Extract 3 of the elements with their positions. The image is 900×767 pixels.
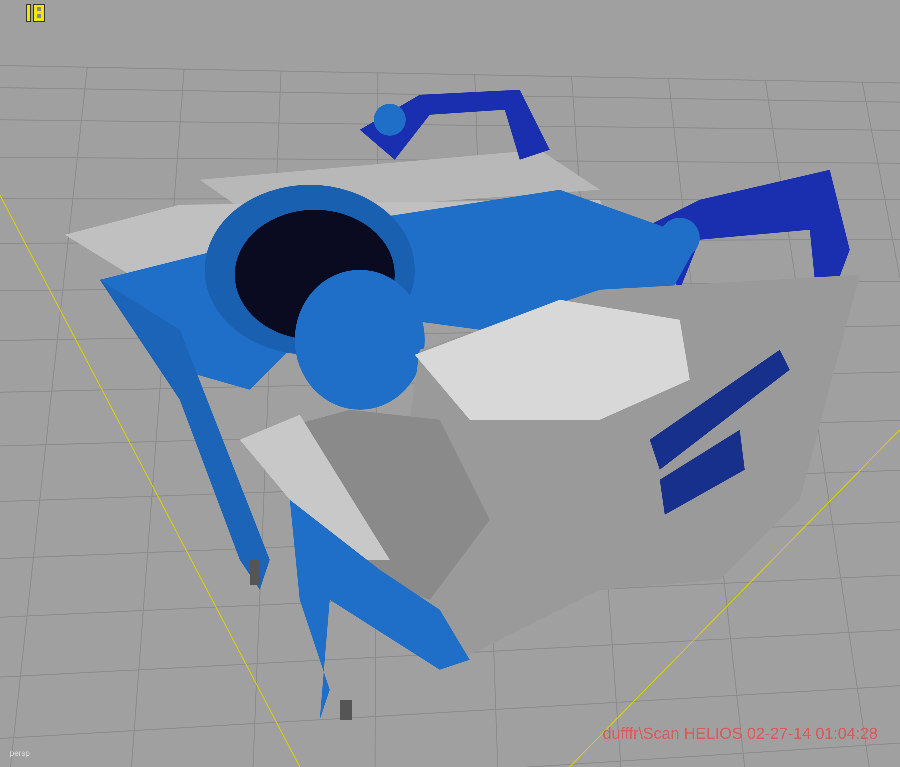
status-icon: [26, 4, 46, 22]
scan-timestamp: dufffr\Scan HELIOS 02-27-14 01:04:28: [602, 726, 878, 744]
camera-label: persp: [10, 749, 30, 758]
